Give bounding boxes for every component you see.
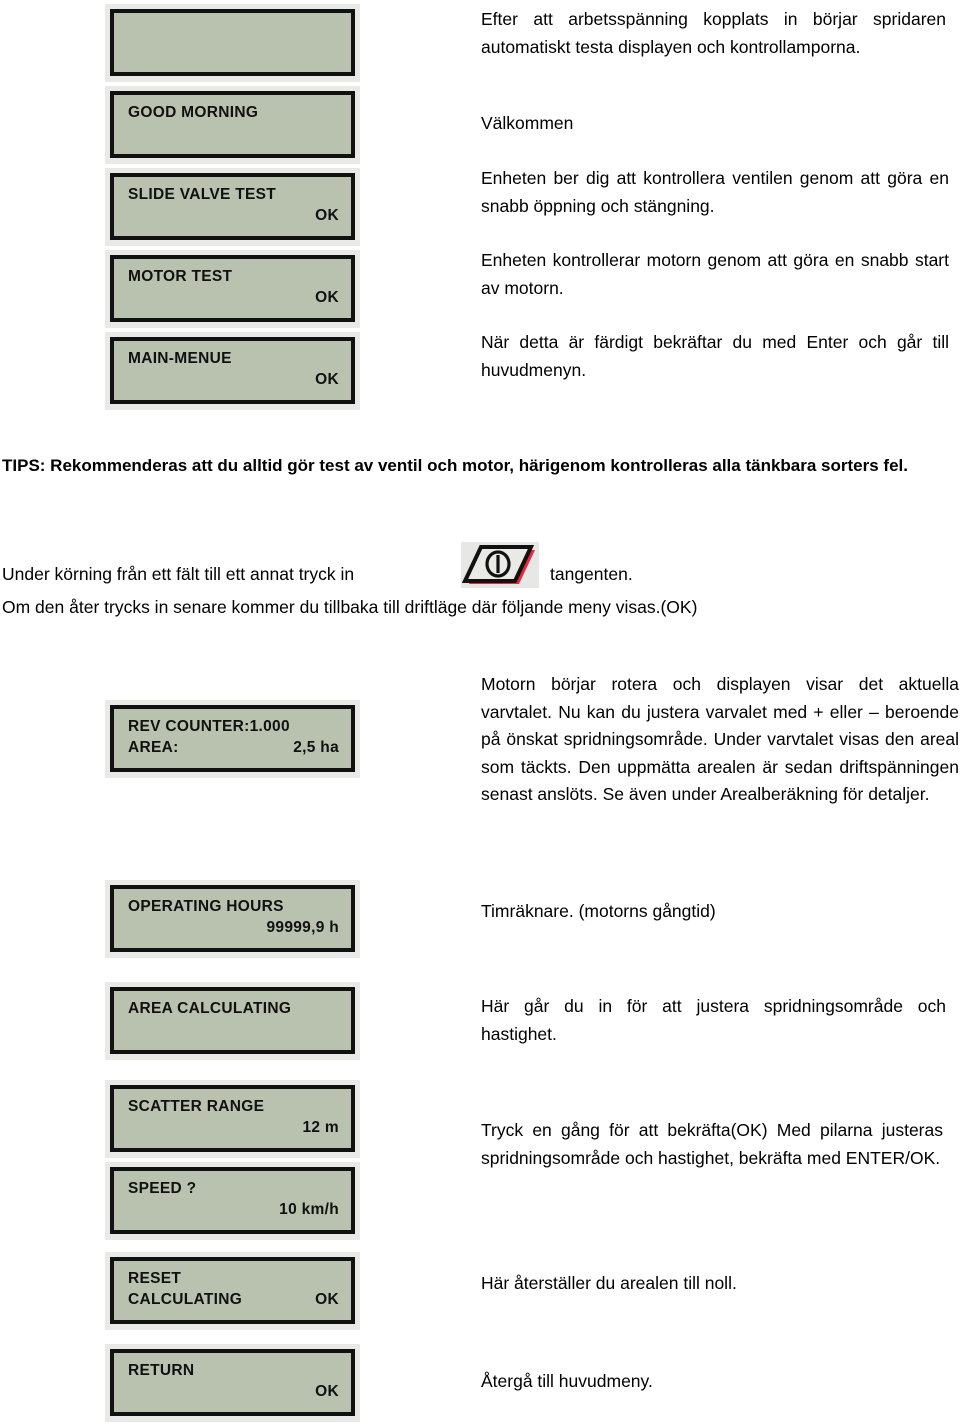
lcd-screen: SLIDE VALVE TEST OK xyxy=(110,173,355,240)
display-panel-good-morning: GOOD MORNING xyxy=(105,86,360,164)
lcd-text-left: AREA: xyxy=(128,739,179,756)
lcd-line-1: SLIDE VALVE TEST xyxy=(128,184,339,205)
display-panel-slide-valve-test: SLIDE VALVE TEST OK xyxy=(105,168,360,246)
lcd-text-left: CALCULATING xyxy=(128,1291,243,1308)
power-key-glyph xyxy=(461,545,535,584)
paragraph-adjust-here: Här går du in för att justera spridnings… xyxy=(481,996,946,1044)
display-panel-area-calculating: AREA CALCULATING xyxy=(105,982,360,1060)
lcd-line-2: AREA: 2,5 ha xyxy=(128,737,339,758)
lcd-line-2: OK xyxy=(128,369,339,390)
lcd-text-right: 12 m xyxy=(302,1119,339,1136)
paragraph-field-switch-line2: Om den åter trycks in senare kommer du t… xyxy=(2,597,698,617)
lcd-screen xyxy=(110,9,355,76)
lcd-line-1: OPERATING HOURS xyxy=(128,896,339,917)
lcd-line-1: AREA CALCULATING xyxy=(128,998,339,1019)
lcd-text-right: OK xyxy=(315,207,339,224)
lcd-line-1: REV COUNTER:1.000 xyxy=(128,716,339,737)
lcd-line-1: RESET xyxy=(128,1268,339,1289)
paragraph-confirm-arrows: Tryck en gång för att bekräfta(OK) Med p… xyxy=(481,1120,943,1168)
lcd-line-2: 12 m xyxy=(128,1117,339,1138)
lcd-line-2: OK xyxy=(128,205,339,226)
power-key-icon xyxy=(461,542,539,588)
lcd-text-left: GOOD MORNING xyxy=(128,104,259,121)
lcd-screen: MOTOR TEST OK xyxy=(110,255,355,322)
lcd-text-left: AREA CALCULATING xyxy=(128,1000,292,1017)
lcd-text-right: OK xyxy=(315,1291,339,1308)
lcd-line-2: OK xyxy=(128,287,339,308)
paragraph-hour-counter: Timräknare. (motorns gångtid) xyxy=(481,901,716,921)
lcd-line-1: SCATTER RANGE xyxy=(128,1096,339,1117)
display-panel-reset-calculating: RESET CALCULATING OK xyxy=(105,1252,360,1330)
display-panel-operating-hours: OPERATING HOURS 99999,9 h xyxy=(105,880,360,958)
lcd-text-left: REV COUNTER:1.000 xyxy=(128,718,290,735)
display-panel-motor-test: MOTOR TEST OK xyxy=(105,250,360,328)
lcd-screen: SCATTER RANGE 12 m xyxy=(110,1085,355,1152)
lcd-line-1: MOTOR TEST xyxy=(128,266,339,287)
lcd-line-2: 10 km/h xyxy=(128,1199,339,1220)
lcd-screen: GOOD MORNING xyxy=(110,91,355,158)
lcd-screen: OPERATING HOURS 99999,9 h xyxy=(110,885,355,952)
lcd-text-right: OK xyxy=(315,1383,339,1400)
lcd-line-2: 99999,9 h xyxy=(128,917,339,938)
paragraph-confirm-enter: När detta är färdigt bekräftar du med En… xyxy=(481,332,949,380)
lcd-screen: RETURN OK xyxy=(110,1349,355,1416)
paragraph-motor-check: Enheten kontrollerar motorn genom att gö… xyxy=(481,250,949,298)
paragraph-intro: Efter att arbetsspänning kopplats in bör… xyxy=(481,9,946,57)
paragraph-return-main: Återgå till huvudmeny. xyxy=(481,1371,653,1391)
lcd-text-left: RESET xyxy=(128,1270,182,1287)
lcd-text-left: MAIN-MENUE xyxy=(128,350,232,367)
lcd-line-2: CALCULATING OK xyxy=(128,1289,339,1310)
display-panel-return: RETURN OK xyxy=(105,1344,360,1422)
paragraph-field-switch-after: tangenten. xyxy=(550,564,633,584)
lcd-text-left: SPEED ? xyxy=(128,1180,197,1197)
lcd-screen: MAIN-MENUE OK xyxy=(110,337,355,404)
lcd-line-1: MAIN-MENUE xyxy=(128,348,339,369)
paragraph-field-switch-before: Under körning från ett fält till ett ann… xyxy=(2,564,355,584)
paragraph-welcome: Välkommen xyxy=(481,113,574,133)
lcd-text-left: SLIDE VALVE TEST xyxy=(128,186,277,203)
display-panel-scatter-range: SCATTER RANGE 12 m xyxy=(105,1080,360,1158)
lcd-text-right: 99999,9 h xyxy=(266,919,339,936)
lcd-text-left: OPERATING HOURS xyxy=(128,898,284,915)
lcd-line-1: SPEED ? xyxy=(128,1178,339,1199)
lcd-screen: REV COUNTER:1.000 AREA: 2,5 ha xyxy=(110,705,355,772)
paragraph-valve-check: Enheten ber dig att kontrollera ventilen… xyxy=(481,168,949,216)
lcd-line-2: OK xyxy=(128,1381,339,1402)
lcd-text-right: 2,5 ha xyxy=(293,739,339,756)
display-panel-main-menue: MAIN-MENUE OK xyxy=(105,332,360,410)
lcd-text-right: OK xyxy=(315,289,339,306)
lcd-screen: SPEED ? 10 km/h xyxy=(110,1167,355,1234)
lcd-text-left: RETURN xyxy=(128,1362,195,1379)
lcd-screen: AREA CALCULATING xyxy=(110,987,355,1054)
lcd-text-left: SCATTER RANGE xyxy=(128,1098,265,1115)
lcd-text-left: MOTOR TEST xyxy=(128,268,233,285)
display-panel-blank xyxy=(105,4,360,82)
display-panel-rev-counter: REV COUNTER:1.000 AREA: 2,5 ha xyxy=(105,700,360,778)
lcd-screen: RESET CALCULATING OK xyxy=(110,1257,355,1324)
lcd-line-1: GOOD MORNING xyxy=(128,102,339,123)
paragraph-reset-area: Här återställer du arealen till noll. xyxy=(481,1273,737,1293)
lcd-text-right: 10 km/h xyxy=(279,1201,339,1218)
display-panel-speed: SPEED ? 10 km/h xyxy=(105,1162,360,1240)
paragraph-tips: TIPS: Rekommenderas att du alltid gör te… xyxy=(2,456,908,475)
lcd-text-right: OK xyxy=(315,371,339,388)
lcd-line-1: RETURN xyxy=(128,1360,339,1381)
paragraph-motor-rotation: Motorn börjar rotera och displayen visar… xyxy=(481,674,959,804)
